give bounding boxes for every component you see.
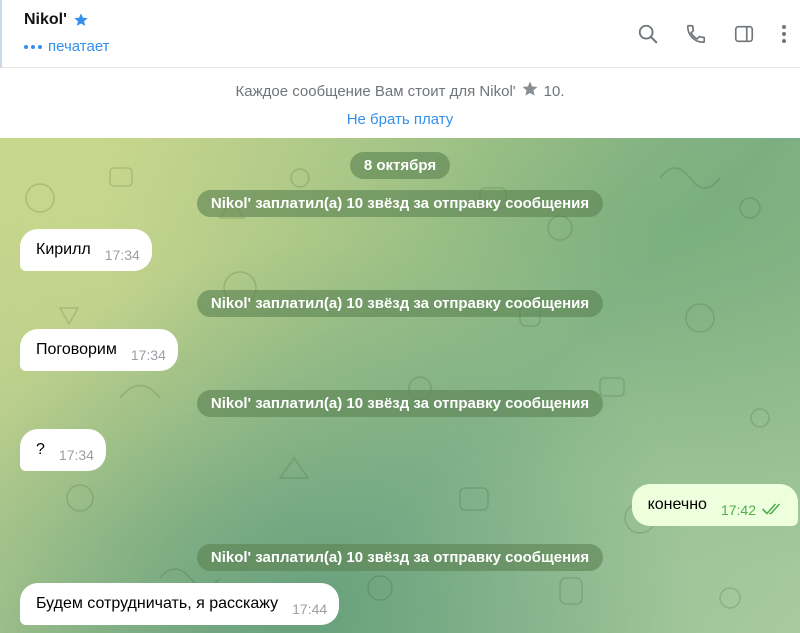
double-check-icon: [762, 502, 784, 516]
phone-icon[interactable]: [672, 18, 720, 50]
message-bubble[interactable]: Кирилл 17:34: [20, 229, 152, 271]
search-icon[interactable]: [624, 18, 672, 50]
message-time: 17:42: [720, 502, 756, 518]
sidebar-toggle-icon[interactable]: [720, 18, 768, 50]
message-time: 17:34: [104, 247, 140, 263]
chat-title[interactable]: Nikol': [24, 11, 67, 29]
service-text: Nikol' заплатил(а) 10 звёзд за отправку …: [196, 544, 604, 571]
message-text: ?: [36, 441, 45, 458]
more-vertical-icon[interactable]: [768, 18, 800, 50]
message-text: Поговорим: [36, 341, 117, 358]
message-time: 17:34: [130, 347, 166, 363]
chat-header: Nikol' печатает: [0, 0, 800, 68]
outgoing-message-bubble[interactable]: конечно 17:42: [631, 484, 798, 526]
message-text: Будем сотрудничать, я расскажу: [36, 595, 279, 612]
service-message: Nikol' заплатил(а) 10 звёзд за отправку …: [0, 190, 800, 217]
message-time: 17:44: [292, 601, 328, 617]
service-text: Nikol' заплатил(а) 10 звёзд за отправку …: [196, 290, 604, 317]
message-text: Кирилл: [36, 241, 91, 258]
header-actions: [624, 18, 800, 50]
typing-status: печатает: [48, 38, 110, 55]
chat-area[interactable]: 8 октября Nikol' заплатил(а) 10 звёзд за…: [0, 138, 800, 633]
date-separator: 8 октября: [0, 152, 800, 179]
message-time: 17:34: [58, 447, 94, 463]
dont-charge-link[interactable]: Не брать плату: [0, 111, 800, 128]
paid-notice: Каждое сообщение Вам стоит для Nikol' 10…: [0, 80, 800, 102]
status-row: печатает: [24, 38, 110, 55]
service-message: Nikol' заплатил(а) 10 звёзд за отправку …: [0, 544, 800, 571]
title-row[interactable]: Nikol': [24, 11, 89, 29]
message-bubble[interactable]: Поговорим 17:34: [20, 329, 178, 371]
service-message: Nikol' заплатил(а) 10 звёзд за отправку …: [0, 290, 800, 317]
service-text: Nikol' заплатил(а) 10 звёзд за отправку …: [196, 390, 604, 417]
star-icon: [521, 80, 539, 102]
paid-price: 10.: [543, 82, 565, 100]
paid-messages-banner: Каждое сообщение Вам стоит для Nikol' 10…: [0, 68, 800, 138]
message-bubble[interactable]: ? 17:34: [20, 429, 106, 471]
left-divider: [0, 0, 2, 68]
message-bubble[interactable]: Будем сотрудничать, я расскажу 17:44: [20, 583, 340, 625]
message-text: конечно: [647, 496, 707, 513]
paid-notice-text: Каждое сообщение Вам стоит для Nikol': [235, 82, 516, 100]
date-label: 8 октября: [349, 152, 451, 179]
service-text: Nikol' заплатил(а) 10 звёзд за отправку …: [196, 190, 604, 217]
premium-star-icon: [73, 12, 89, 28]
typing-dots-icon: [24, 44, 42, 49]
service-message: Nikol' заплатил(а) 10 звёзд за отправку …: [0, 390, 800, 417]
